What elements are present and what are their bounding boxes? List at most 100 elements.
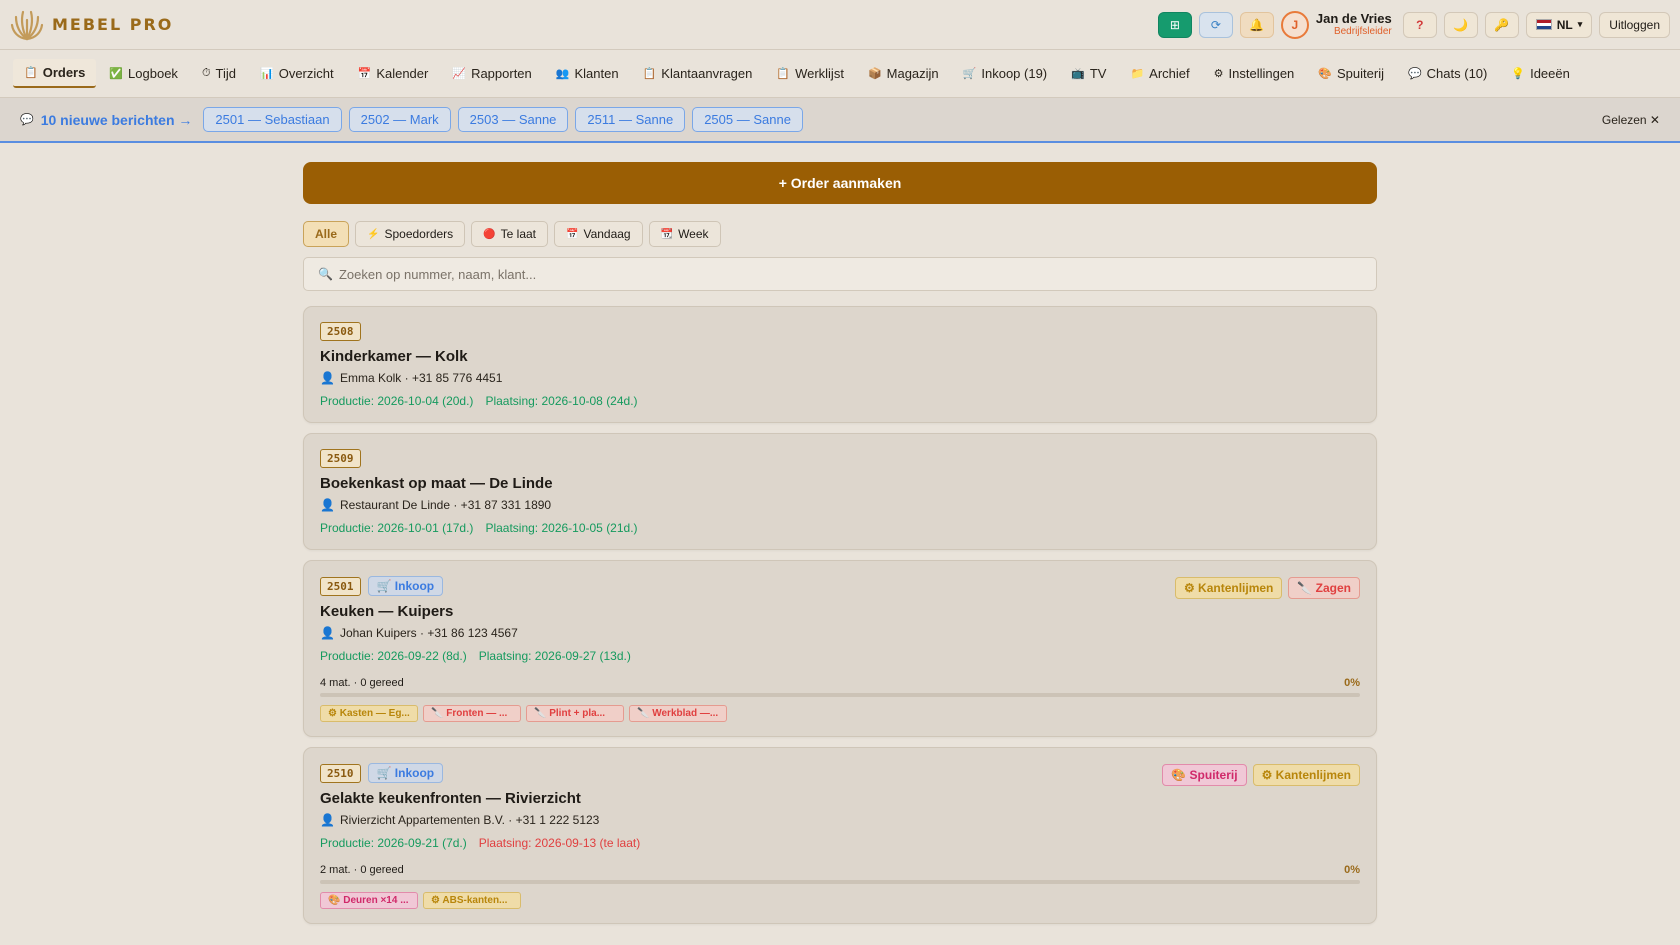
moon-icon: 🌙 xyxy=(1453,17,1469,32)
nav-item-klantaanvragen[interactable]: 📋 Klantaanvragen xyxy=(632,60,764,87)
nav-label: Klanten xyxy=(574,66,619,81)
order-dates: Productie: 2026-10-01 (17d.) Plaatsing: … xyxy=(320,521,1360,535)
material-chip[interactable]: 🎨 Deuren ×14 ... xyxy=(320,892,418,909)
materials-list: ⚙ Kasten — Eg... 🔪 Fronten — ... 🔪 Plint… xyxy=(320,705,1360,722)
mark-read-button[interactable]: Gelezen ✕ xyxy=(1602,113,1660,127)
language-select[interactable]: NL ▾ xyxy=(1525,11,1593,38)
progress-bar xyxy=(320,693,1360,697)
refresh-button[interactable]: ⟳ xyxy=(1198,11,1233,38)
refresh-icon: ⟳ xyxy=(1210,17,1221,32)
flag-icon: ⊞ xyxy=(1169,17,1180,32)
material-chip[interactable]: 🔪 Werkblad —... xyxy=(629,705,727,722)
nav-item-instellingen[interactable]: ⚙ Instellingen xyxy=(1203,60,1306,87)
nav-item-idee-n[interactable]: 💡 Ideeën xyxy=(1500,60,1580,87)
nav-item-tv[interactable]: 📺 TV xyxy=(1060,60,1117,87)
message-chip[interactable]: 2505 — Sanne xyxy=(692,107,803,132)
logo[interactable]: MEBEL PRO xyxy=(10,8,173,42)
create-order-button[interactable]: + Order aanmaken xyxy=(303,162,1377,204)
order-title: Boekenkast op maat — De Linde xyxy=(320,475,553,492)
nav-item-klanten[interactable]: 👥 Klanten xyxy=(545,60,630,87)
station-tag-spuiterij: 🎨 Spuiterij xyxy=(1162,764,1247,786)
nav-item-rapporten[interactable]: 📈 Rapporten xyxy=(441,60,542,87)
language-label: NL xyxy=(1556,17,1573,32)
nav-icon: ✅ xyxy=(109,68,124,80)
nav-icon: 📋 xyxy=(776,68,791,80)
order-title: Keuken — Kuipers xyxy=(320,603,454,620)
material-chip[interactable]: 🔪 Plint + pla... xyxy=(526,705,624,722)
chevron-down-icon: ▾ xyxy=(1577,19,1583,29)
search-input[interactable] xyxy=(338,266,1362,282)
order-card[interactable]: 2509 Boekenkast op maat — De Linde 👤 Rest… xyxy=(303,433,1377,550)
order-number: 2509 xyxy=(320,449,361,468)
nav-item-kalender[interactable]: 📅 Kalender xyxy=(347,60,440,87)
notifications-button[interactable]: 🔔 xyxy=(1239,11,1274,38)
message-chip[interactable]: 2501 — Sebastiaan xyxy=(203,107,342,132)
material-chip[interactable]: ⚙ ABS-kanten... xyxy=(423,892,521,909)
placement-date: Plaatsing: 2026-10-05 (21d.) xyxy=(485,521,638,535)
top-header: MEBEL PRO ⊞ ⟳ 🔔 J Jan de Vries Bedrijfsl… xyxy=(0,0,1680,50)
order-card[interactable]: 2501 🛒 Inkoop ⚙ Kantenlijmen 🔪 Zagen Keu… xyxy=(303,560,1377,737)
nav-label: Logboek xyxy=(128,66,178,81)
person-icon: 👤 xyxy=(320,626,335,640)
filter-today[interactable]: 📅 Vandaag xyxy=(554,221,643,247)
search-icon: 🔍 xyxy=(318,267,333,281)
production-date: Productie: 2026-10-01 (17d.) xyxy=(320,521,474,535)
filter-label: Alle xyxy=(315,227,338,241)
progress-percent: 0% xyxy=(1344,864,1360,876)
filter-label: Te laat xyxy=(500,227,536,241)
search-bar: 🔍 xyxy=(303,257,1377,291)
nav-icon: 📊 xyxy=(260,68,274,80)
nav-item-logboek[interactable]: ✅ Logboek xyxy=(98,60,189,87)
new-messages-count[interactable]: 10 nieuwe berichten → xyxy=(41,112,193,128)
filter-late[interactable]: 🔴 Te laat xyxy=(471,221,548,247)
nav-icon: 🛒 xyxy=(962,68,977,80)
order-dates: Productie: 2026-09-22 (8d.) Plaatsing: 2… xyxy=(320,649,1360,663)
order-card[interactable]: 2508 Kinderkamer — Kolk 👤 Emma Kolk · +31… xyxy=(303,306,1377,423)
person-icon: 👤 xyxy=(320,498,335,512)
new-messages-bar: 💬 10 nieuwe berichten → 2501 — Sebastiaa… xyxy=(0,98,1680,143)
material-chip[interactable]: ⚙ Kasten — Eg... xyxy=(320,705,418,722)
nav-item-werklijst[interactable]: 📋 Werklijst xyxy=(765,60,855,87)
key-button[interactable]: 🔑 xyxy=(1484,11,1519,38)
filter-label: Week xyxy=(678,227,709,241)
filter-label: Vandaag xyxy=(583,227,631,241)
nav-label: Overzicht xyxy=(278,66,334,81)
filter-label: Spoedorders xyxy=(384,227,454,241)
nav-item-magazijn[interactable]: 📦 Magazijn xyxy=(857,60,950,87)
message-chip[interactable]: 2503 — Sanne xyxy=(457,107,569,132)
nav-item-spuiterij[interactable]: 🎨 Spuiterij xyxy=(1307,60,1395,87)
placement-date: Plaatsing: 2026-10-08 (24d.) xyxy=(485,394,638,408)
nav-item-chats-10[interactable]: 💬 Chats (10) xyxy=(1397,60,1498,87)
nav-label: Inkoop (19) xyxy=(981,66,1048,81)
help-button[interactable]: ? xyxy=(1402,11,1437,38)
material-count: 2 mat. · 0 gereed xyxy=(320,864,404,876)
inkoop-badge: 🛒 Inkoop xyxy=(367,576,444,596)
materials-list: 🎨 Deuren ×14 ... ⚙ ABS-kanten... xyxy=(320,892,1360,909)
nav-icon: ⚙ xyxy=(1213,68,1224,80)
nav-label: Instellingen xyxy=(1228,66,1295,81)
material-chip[interactable]: 🔪 Fronten — ... xyxy=(423,705,521,722)
nav-icon: 💬 xyxy=(1407,68,1422,80)
nav-item-orders[interactable]: 📋 Orders xyxy=(13,59,97,88)
chat-bubble-icon: 💬 xyxy=(20,114,34,126)
nav-item-tijd[interactable]: ⏱ Tijd xyxy=(191,60,247,87)
order-card[interactable]: 2510 🛒 Inkoop 🎨 Spuiterij ⚙ Kantenlijmen… xyxy=(303,747,1377,924)
message-chip[interactable]: 2502 — Mark xyxy=(348,107,451,132)
nav-item-overzicht[interactable]: 📊 Overzicht xyxy=(249,60,345,87)
avatar[interactable]: J xyxy=(1280,10,1309,39)
logo-leaf-icon xyxy=(10,10,44,40)
flag-uk-button[interactable]: ⊞ xyxy=(1157,11,1192,38)
nav-label: Chats (10) xyxy=(1426,66,1488,81)
nav-item-inkoop-19[interactable]: 🛒 Inkoop (19) xyxy=(952,60,1058,87)
theme-toggle-button[interactable]: 🌙 xyxy=(1443,11,1478,38)
filter-rush[interactable]: ⚡ Spoedorders xyxy=(355,221,466,247)
filter-week[interactable]: 📆 Week xyxy=(648,221,721,247)
contact-text: Johan Kuipers · +31 86 123 4567 xyxy=(339,626,518,640)
nav-icon: 💡 xyxy=(1511,68,1526,80)
filter-all[interactable]: Alle xyxy=(303,221,350,247)
nav-label: Spuiterij xyxy=(1337,66,1384,81)
person-icon: 👤 xyxy=(320,371,335,385)
nav-item-archief[interactable]: 📁 Archief xyxy=(1119,60,1200,87)
logout-button[interactable]: Uitloggen xyxy=(1599,11,1670,38)
message-chip[interactable]: 2511 — Sanne xyxy=(575,107,686,132)
